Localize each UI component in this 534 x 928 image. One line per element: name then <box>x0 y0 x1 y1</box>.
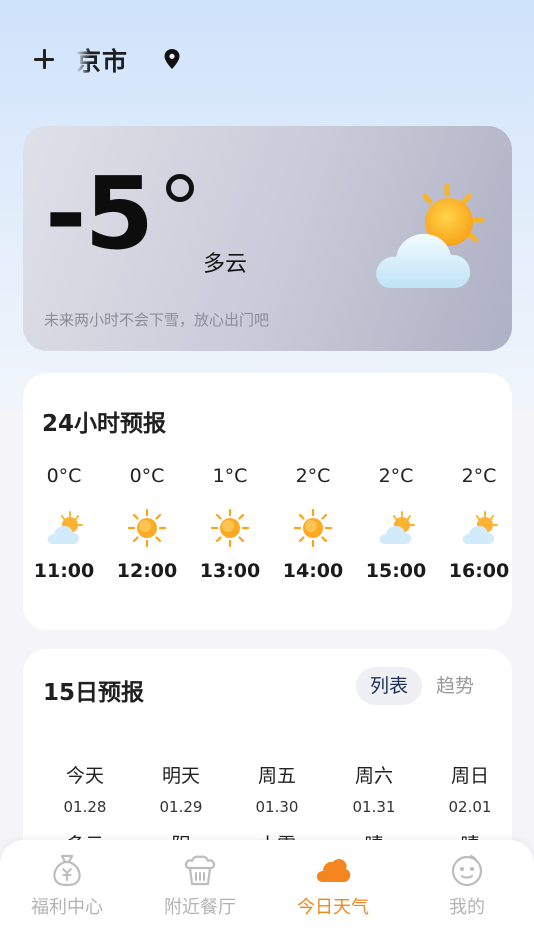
hourly-temp: 2°C <box>378 465 414 487</box>
day-date: 02.01 <box>448 798 492 816</box>
hourly-time: 11:00 <box>33 560 95 582</box>
bottom-tab-bar: 福利中心 附近餐厅 今日天气 我的 <box>0 840 534 928</box>
hourly-temp: 2°C <box>295 465 331 487</box>
hourly-time: 14:00 <box>282 560 344 582</box>
weather-hint: 未来两小时不会下雪，放心出门吧 <box>44 311 270 329</box>
tab-label: 附近餐厅 <box>164 897 236 918</box>
day-name: 周日 <box>450 765 489 787</box>
current-condition: 多云 <box>203 252 248 277</box>
hourly-time: 15:00 <box>365 560 427 582</box>
hourly-time: 16:00 <box>448 560 510 582</box>
partly-cloudy-icon <box>376 183 485 288</box>
list-view-button[interactable]: 列表 <box>356 667 422 705</box>
location-pin-icon[interactable] <box>163 48 181 70</box>
day-date: 01.30 <box>255 798 299 816</box>
top-bar: 京市 <box>0 36 534 82</box>
hourly-item: 2°C 16:00 <box>439 465 519 582</box>
hourly-time: 13:00 <box>199 560 261 582</box>
trend-view-button[interactable]: 趋势 <box>422 667 488 705</box>
view-toggle: 列表 趋势 <box>356 667 488 705</box>
daily-forecast-title: 15日预报 <box>43 680 145 706</box>
degree-symbol <box>166 174 194 202</box>
smiley-face-icon <box>451 854 483 887</box>
hourly-item: 0°C 11:00 <box>24 465 104 582</box>
sun-icon <box>127 508 167 548</box>
partly-cloudy-icon <box>379 511 415 544</box>
day-name: 今天 <box>65 765 104 787</box>
money-bag-icon <box>53 854 81 887</box>
hourly-temp: 0°C <box>46 465 82 487</box>
hourly-forecast-card: 24小时预报 0°C 11:00 0°C 12:00 1°C 13:00 2°C… <box>23 373 512 630</box>
restaurant-icon <box>184 855 216 886</box>
hourly-item: 0°C 12:00 <box>107 465 187 582</box>
hourly-forecast-title: 24小时预报 <box>42 411 167 437</box>
current-weather-card[interactable]: -5 多云 未来两小时不会下雪，放心出门吧 <box>23 126 512 351</box>
cloud-icon <box>316 859 351 882</box>
hourly-temp: 1°C <box>212 465 248 487</box>
partly-cloudy-icon <box>462 511 498 544</box>
day-name: 明天 <box>161 765 200 787</box>
day-name: 周五 <box>257 765 296 787</box>
tab-welfare-center[interactable]: 福利中心 <box>12 852 122 919</box>
day-date: 01.29 <box>159 798 203 816</box>
hourly-temp: 0°C <box>129 465 165 487</box>
hourly-item: 1°C 13:00 <box>190 465 270 582</box>
hourly-time: 12:00 <box>116 560 178 582</box>
tab-label: 今日天气 <box>297 897 369 918</box>
partly-cloudy-icon <box>47 511 83 544</box>
tab-label: 福利中心 <box>31 897 103 918</box>
hourly-temp: 2°C <box>461 465 497 487</box>
day-date: 01.31 <box>352 798 396 816</box>
hourly-item: 2°C 14:00 <box>273 465 353 582</box>
tab-nearby-restaurants[interactable]: 附近餐厅 <box>145 852 255 919</box>
tab-profile[interactable]: 我的 <box>412 852 522 919</box>
sun-icon <box>210 508 250 548</box>
tab-today-weather[interactable]: 今日天气 <box>278 852 388 919</box>
sun-icon <box>293 508 333 548</box>
day-date: 01.28 <box>63 798 107 816</box>
add-city-button[interactable] <box>30 44 60 74</box>
city-name[interactable]: 京市 <box>76 42 128 78</box>
hourly-item: 2°C 15:00 <box>356 465 436 582</box>
current-temperature: -5 <box>45 155 154 272</box>
day-name: 周六 <box>354 765 393 787</box>
tab-label: 我的 <box>449 897 485 918</box>
